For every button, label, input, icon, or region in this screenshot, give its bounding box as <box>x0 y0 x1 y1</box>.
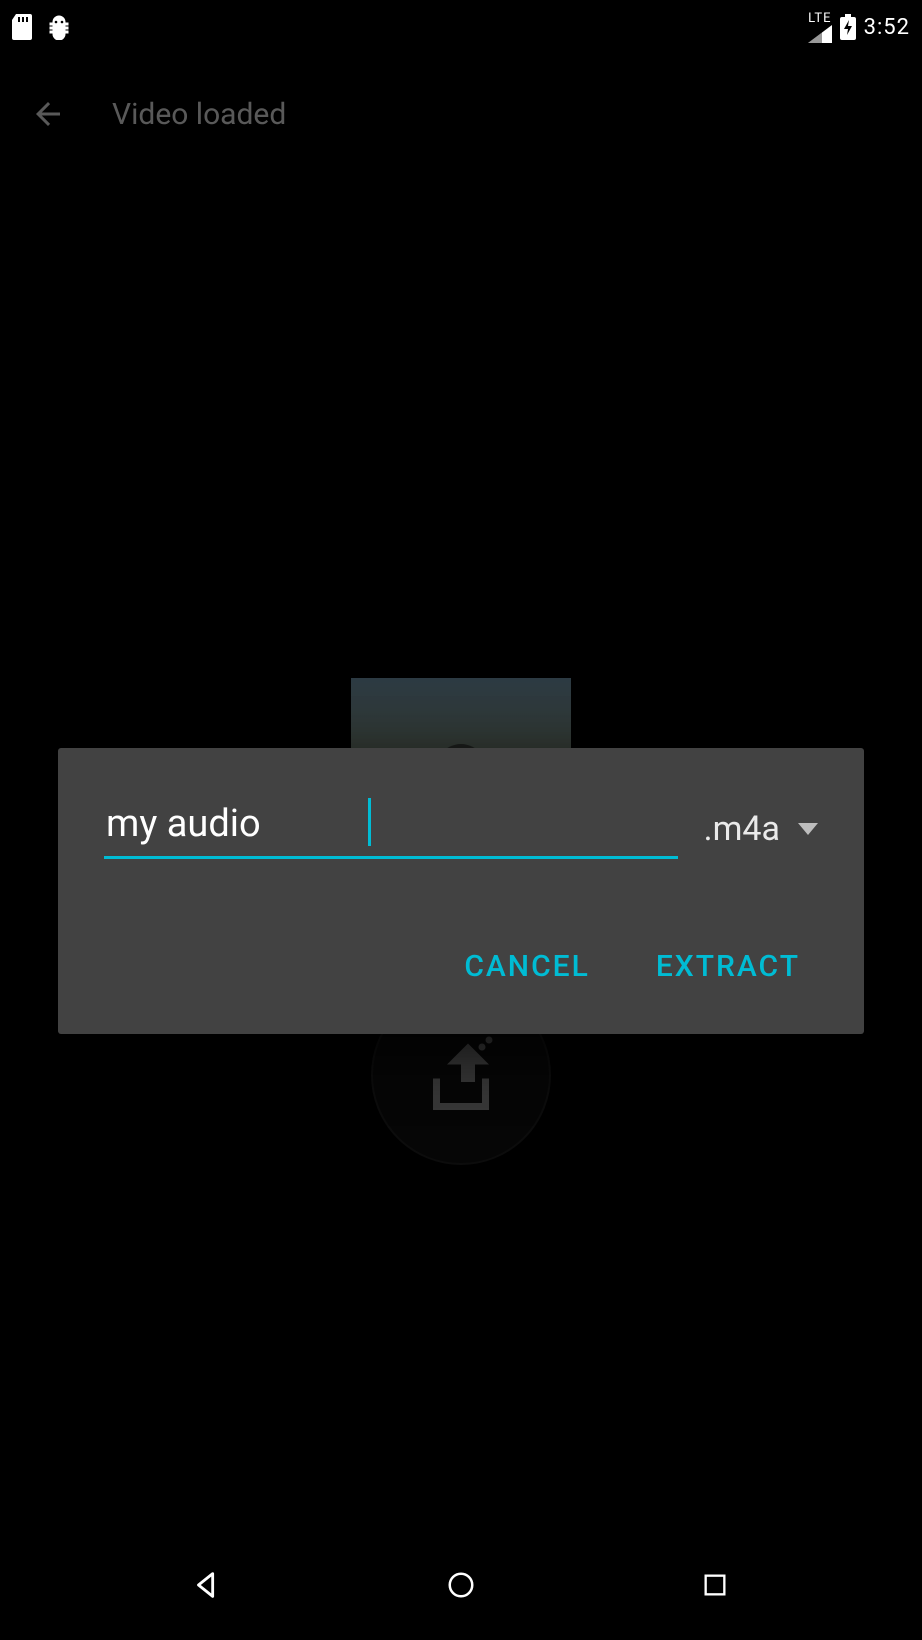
chevron-down-icon <box>798 823 818 835</box>
android-status-bar: LTE 3:52 <box>0 0 922 54</box>
extension-dropdown[interactable]: .m4a <box>704 809 818 859</box>
sd-card-icon <box>12 14 34 40</box>
status-left-group <box>12 14 72 40</box>
lte-signal-icon: LTE <box>808 12 832 43</box>
dialog-field-row: .m4a <box>104 794 818 859</box>
extension-selected-label: .m4a <box>704 809 780 849</box>
dialog-actions: CANCEL EXTRACT <box>104 919 818 1014</box>
nav-back-button[interactable] <box>167 1545 247 1625</box>
text-caret <box>368 798 371 846</box>
extract-dialog: .m4a CANCEL EXTRACT <box>58 748 864 1034</box>
status-right-group: LTE 3:52 <box>808 12 910 43</box>
filename-field-wrap <box>104 794 678 859</box>
status-clock: 3:52 <box>864 15 910 40</box>
extract-button[interactable]: EXTRACT <box>646 933 810 1000</box>
app-root: Video loaded .m4a <box>0 54 922 1586</box>
debug-icon <box>46 14 72 40</box>
lte-label: LTE <box>808 12 831 25</box>
nav-home-button[interactable] <box>421 1545 501 1625</box>
cancel-button[interactable]: CANCEL <box>454 933 600 1000</box>
filename-input[interactable] <box>104 794 678 859</box>
nav-recents-button[interactable] <box>675 1545 755 1625</box>
battery-charging-icon <box>840 14 856 40</box>
android-nav-bar <box>0 1530 922 1640</box>
